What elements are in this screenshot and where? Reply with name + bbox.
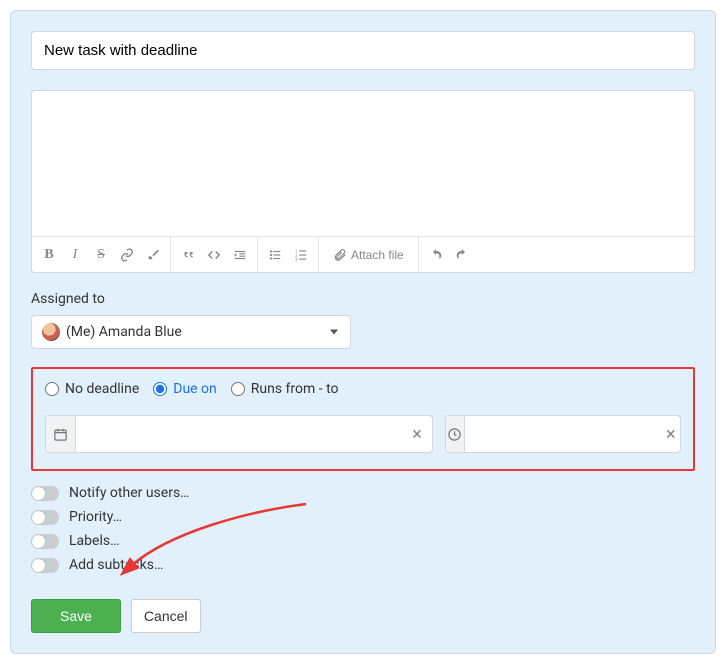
radio-no-deadline-input[interactable] <box>45 382 59 396</box>
toggle-labels-label: Labels… <box>69 533 119 549</box>
clear-time-icon[interactable]: × <box>662 416 680 452</box>
assignee-select[interactable]: (Me) Amanda Blue <box>31 315 351 349</box>
code-icon[interactable] <box>201 248 227 262</box>
toggle-priority-label: Priority… <box>69 509 122 525</box>
redo-icon[interactable] <box>449 248 475 262</box>
date-input[interactable] <box>76 416 402 452</box>
action-buttons: Save Cancel <box>31 599 695 633</box>
bold-icon[interactable]: B <box>36 247 62 263</box>
avatar <box>42 323 60 341</box>
date-field[interactable]: × <box>45 415 433 453</box>
undo-icon[interactable] <box>423 248 449 262</box>
radio-runs-label: Runs from - to <box>251 381 339 397</box>
cancel-button[interactable]: Cancel <box>131 599 201 633</box>
radio-runs-from-to[interactable]: Runs from - to <box>231 381 339 397</box>
options-list: Notify other users… Priority… Labels… Ad… <box>31 471 695 577</box>
radio-no-deadline[interactable]: No deadline <box>45 381 139 397</box>
toggle-subtasks-label: Add subtasks… <box>69 557 163 573</box>
radio-due-on[interactable]: Due on <box>153 381 217 397</box>
radio-due-on-input[interactable] <box>153 382 167 396</box>
deadline-section: No deadline Due on Runs from - to × <box>31 367 695 471</box>
toggle-subtasks[interactable] <box>31 558 59 573</box>
indent-icon[interactable] <box>227 248 253 262</box>
new-task-panel: B I S <box>10 10 716 654</box>
time-field[interactable]: × <box>445 415 681 453</box>
link-icon[interactable] <box>114 248 140 262</box>
save-button[interactable]: Save <box>31 599 121 633</box>
radio-due-on-label: Due on <box>173 381 217 397</box>
radio-no-deadline-label: No deadline <box>65 381 139 397</box>
toggle-notify[interactable] <box>31 486 59 501</box>
brush-icon[interactable] <box>140 248 166 262</box>
radio-runs-input[interactable] <box>231 382 245 396</box>
task-title-input[interactable] <box>31 31 695 70</box>
clear-date-icon[interactable]: × <box>402 416 432 452</box>
toggle-priority[interactable] <box>31 510 59 525</box>
editor-toolbar: B I S <box>32 236 694 272</box>
italic-icon[interactable]: I <box>62 247 88 263</box>
deadline-radio-group: No deadline Due on Runs from - to <box>45 381 681 397</box>
toggle-notify-label: Notify other users… <box>69 485 190 501</box>
assigned-to-label: Assigned to <box>31 291 695 307</box>
svg-text:3: 3 <box>295 256 298 261</box>
clock-icon <box>446 416 465 452</box>
strike-icon[interactable]: S <box>88 247 114 263</box>
attach-file-button[interactable]: Attach file <box>323 248 414 262</box>
time-input[interactable] <box>465 416 662 452</box>
bullet-list-icon[interactable] <box>262 248 288 262</box>
chevron-down-icon <box>330 330 338 335</box>
attach-file-label: Attach file <box>351 248 404 262</box>
quote-icon[interactable] <box>175 248 201 262</box>
description-textarea[interactable] <box>32 91 694 236</box>
calendar-icon <box>46 416 76 452</box>
number-list-icon[interactable]: 123 <box>288 248 314 262</box>
toggle-labels[interactable] <box>31 534 59 549</box>
description-editor: B I S <box>31 90 695 273</box>
assignee-value: (Me) Amanda Blue <box>66 324 182 340</box>
